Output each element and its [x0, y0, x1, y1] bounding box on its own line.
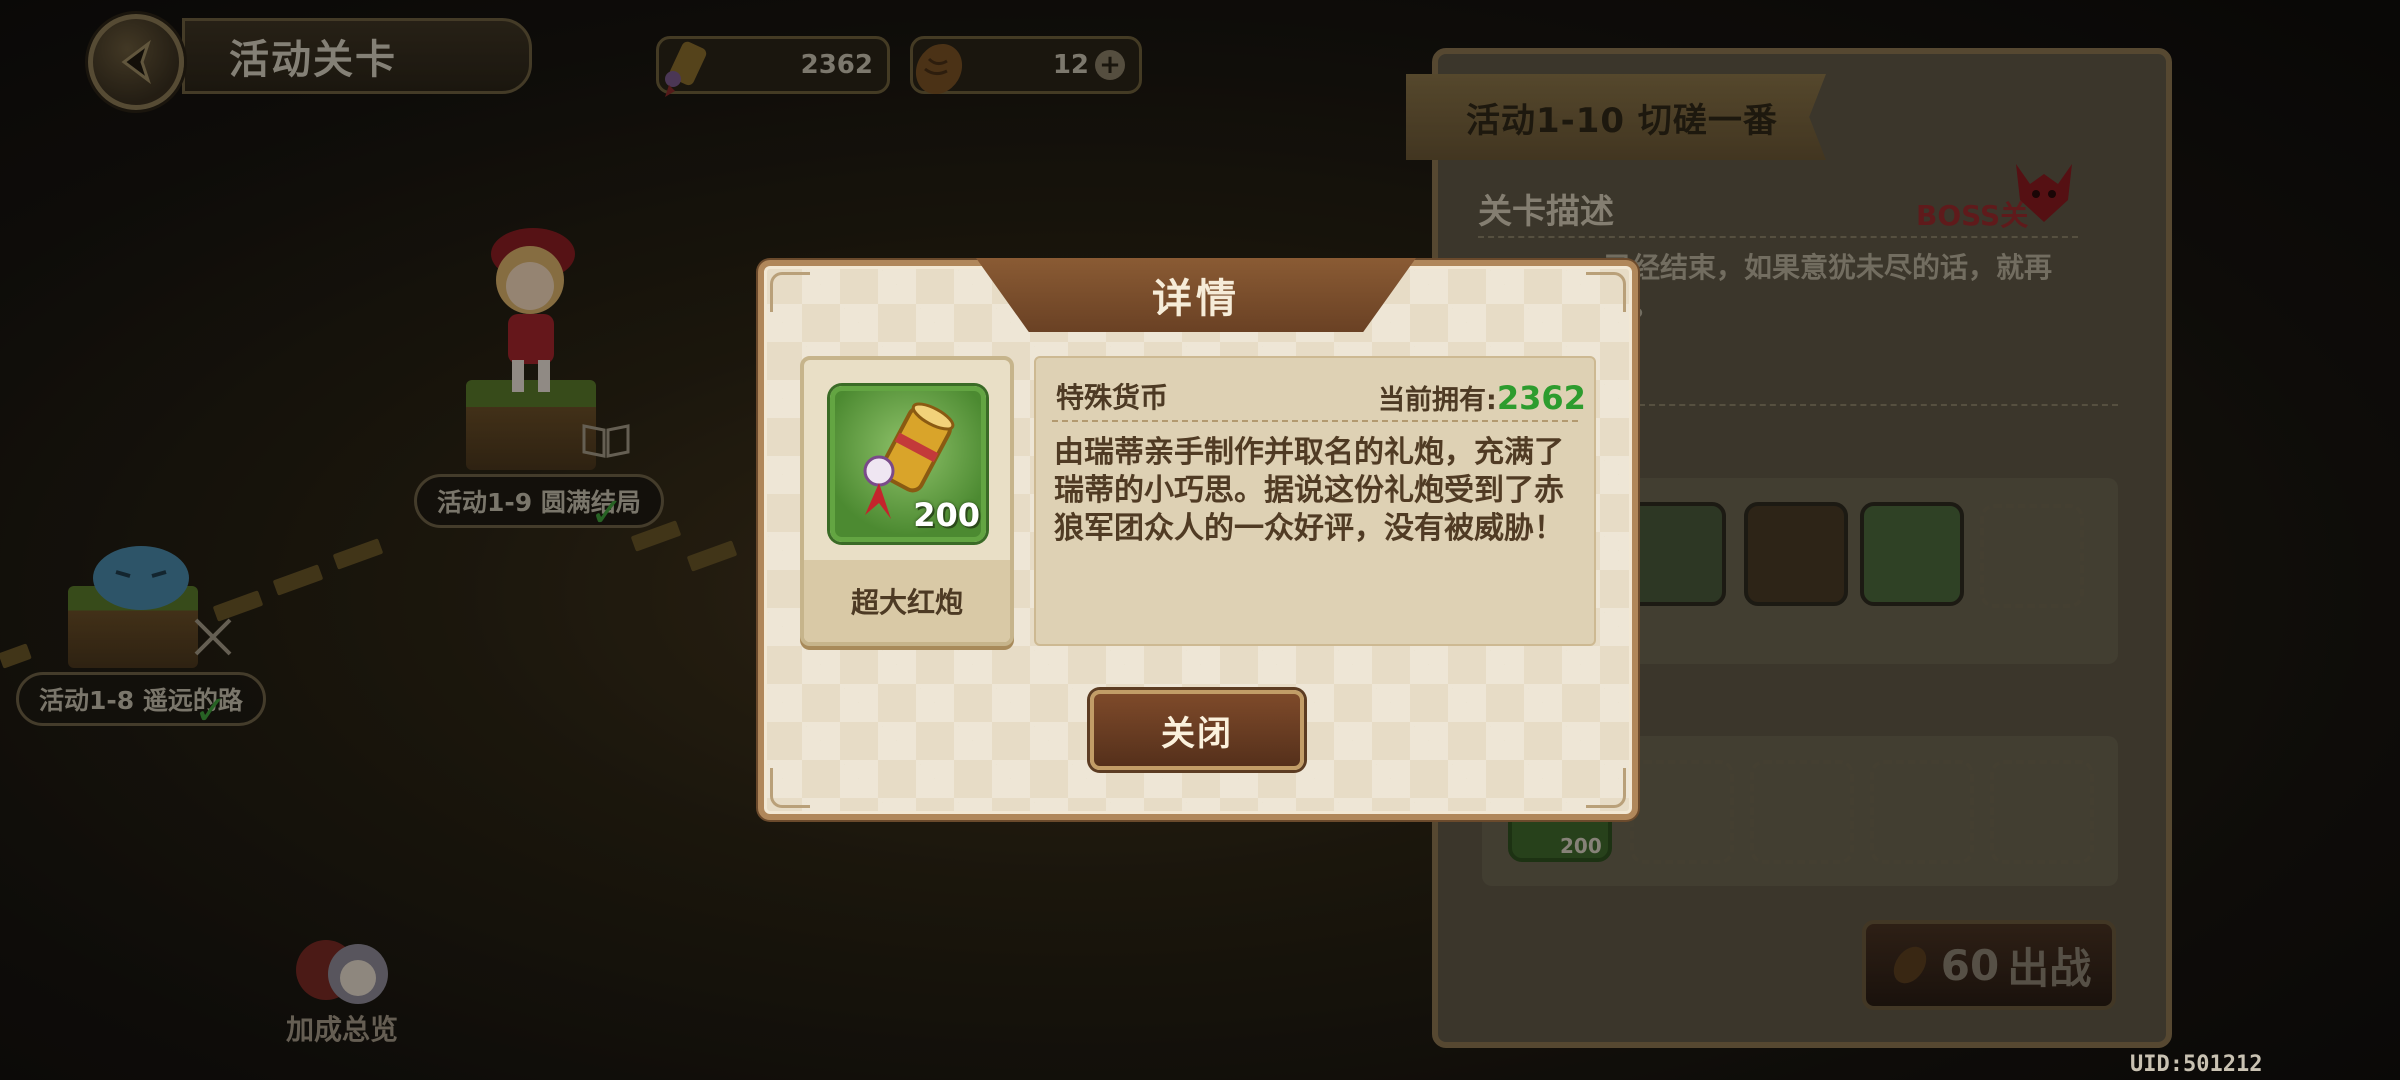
user-id: UID:501212: [2130, 1052, 2263, 1077]
close-button[interactable]: 关闭: [1090, 690, 1304, 770]
close-button-label: 关闭: [1161, 713, 1233, 754]
item-name-plate: 超大红炮: [804, 560, 1010, 642]
item-type: 特殊货币: [1056, 381, 1169, 414]
owned-value: 2362: [1496, 379, 1586, 417]
owned-label: 当前拥有:: [1378, 385, 1497, 416]
dialog-title: 详情: [976, 258, 1416, 332]
dialog-corner-ornament: [770, 272, 810, 312]
item-quantity: 200: [913, 496, 980, 534]
divider: [1052, 420, 1578, 422]
dialog-corner-ornament: [770, 768, 810, 808]
dialog-corner-ornament: [1586, 272, 1626, 312]
owned-count: 当前拥有:2362: [1378, 378, 1586, 417]
dialog-corner-ornament: [1586, 768, 1626, 808]
dialog-title-text: 详情: [1152, 276, 1240, 322]
item-description: 由瑞蒂亲手制作并取名的礼炮，充满了瑞蒂的小巧思。据说这份礼炮受到了赤狼军团众人的…: [1054, 435, 1564, 546]
item-name: 超大红炮: [850, 586, 963, 619]
